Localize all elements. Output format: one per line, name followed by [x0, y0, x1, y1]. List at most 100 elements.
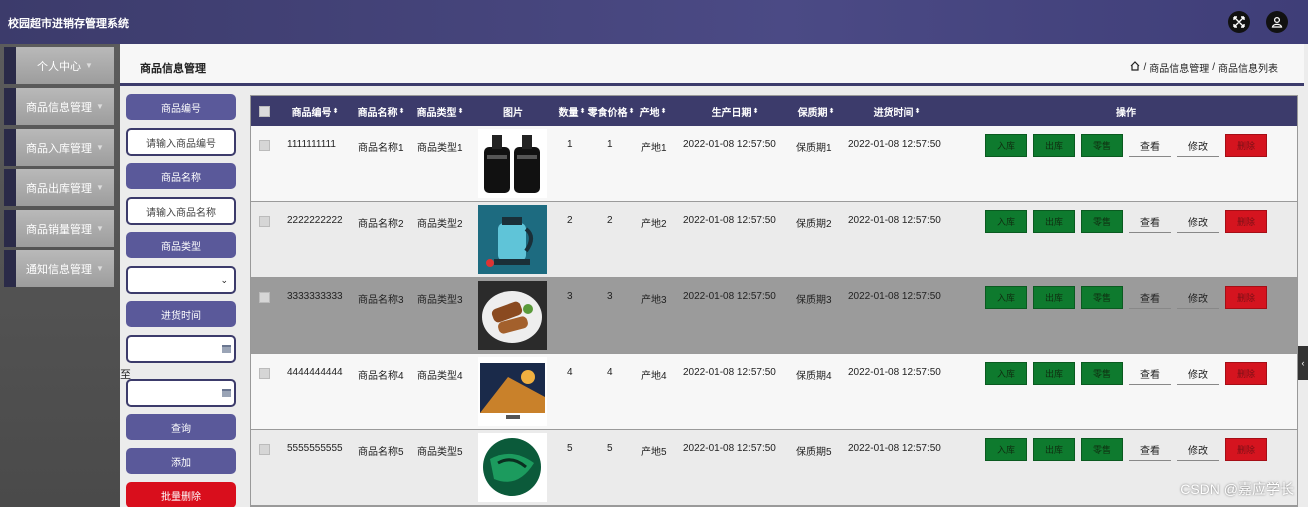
cell-qty: 3 — [567, 291, 573, 302]
type-select[interactable]: ⌄ — [126, 266, 236, 294]
stock-in-button[interactable]: 入库 — [985, 286, 1027, 309]
retail-button[interactable]: 零售 — [1081, 362, 1123, 385]
breadcrumb-separator: / — [1212, 62, 1215, 73]
retail-button[interactable]: 零售 — [1081, 210, 1123, 233]
delete-button[interactable]: 删除 — [1225, 134, 1267, 157]
sidebar-item-label: 通知信息管理 — [26, 263, 93, 276]
col-origin[interactable]: 产地 ⬍ — [637, 96, 669, 126]
sidebar-item-label: 商品出库管理 — [26, 182, 93, 195]
start-date-input[interactable] — [126, 335, 236, 363]
col-type[interactable]: 商品类型 ⬍ — [414, 96, 466, 126]
cell-name: 商品名称3 — [358, 295, 404, 306]
sidebar-item-product-info[interactable]: 商品信息管理 ▼ — [4, 88, 114, 125]
row-checkbox[interactable] — [259, 368, 270, 379]
retail-button[interactable]: 零售 — [1081, 438, 1123, 461]
delete-button[interactable]: 删除 — [1225, 210, 1267, 233]
black-bottles-photo — [478, 129, 547, 198]
code-search-input[interactable]: 请输入商品编号 — [126, 128, 236, 156]
sort-icon: ⬍ — [579, 108, 586, 115]
sort-icon: ⬍ — [457, 108, 464, 115]
col-prod-date[interactable]: 生产日期 ⬍ — [707, 96, 763, 126]
cell-price: 5 — [607, 443, 613, 454]
col-code[interactable]: 商品编号 ⬍ — [289, 96, 341, 126]
select-all-checkbox[interactable] — [259, 96, 270, 126]
collapse-tab[interactable]: ‹ — [1298, 346, 1308, 380]
cell-price: 3 — [607, 291, 613, 302]
row-checkbox[interactable] — [259, 140, 270, 151]
stock-out-button[interactable]: 出库 — [1033, 286, 1075, 309]
edit-button[interactable]: 修改 — [1177, 134, 1219, 157]
cell-shelf-life: 保质期4 — [796, 371, 832, 382]
edit-button[interactable]: 修改 — [1177, 362, 1219, 385]
cell-type: 商品类型2 — [417, 219, 463, 230]
view-button[interactable]: 查看 — [1129, 134, 1171, 157]
cell-price: 2 — [607, 215, 613, 226]
cell-code: 4444444444 — [287, 367, 343, 378]
caret-down-icon: ▼ — [96, 102, 104, 111]
edit-button[interactable]: 修改 — [1177, 286, 1219, 309]
retail-button[interactable]: 零售 — [1081, 286, 1123, 309]
row-checkbox[interactable] — [259, 444, 270, 455]
row-checkbox[interactable] — [259, 292, 270, 303]
sidebar-item-label: 商品信息管理 — [26, 101, 93, 114]
col-in-time[interactable]: 进货时间 ⬍ — [871, 96, 923, 126]
view-button[interactable]: 查看 — [1129, 438, 1171, 461]
view-button[interactable]: 查看 — [1129, 286, 1171, 309]
breadcrumb: / 商品信息管理 / 商品信息列表 — [1130, 60, 1278, 75]
sidebar-item-stock-in[interactable]: 商品入库管理 ▼ — [4, 129, 114, 166]
cell-origin: 产地2 — [641, 219, 667, 230]
breadcrumb-level1[interactable]: 商品信息管理 — [1149, 60, 1209, 75]
sidebar-item-label: 商品入库管理 — [26, 142, 93, 155]
stock-in-button[interactable]: 入库 — [985, 134, 1027, 157]
edit-button[interactable]: 修改 — [1177, 438, 1219, 461]
sidebar: 个人中心 ▼ 商品信息管理 ▼ 商品入库管理 ▼ 商品出库管理 ▼ 商品销量管理 ▼ 通知… — [0, 44, 120, 507]
col-image: 图片 — [503, 107, 523, 119]
stock-in-button[interactable]: 入库 — [985, 362, 1027, 385]
cell-origin: 产地4 — [641, 371, 667, 382]
food-plate-photo — [478, 281, 547, 350]
col-shelf-life[interactable]: 保质期 ⬍ — [795, 96, 837, 126]
col-name[interactable]: 商品名称 ⬍ — [355, 96, 407, 126]
expand-icon[interactable] — [1228, 11, 1250, 33]
stock-out-button[interactable]: 出库 — [1033, 362, 1075, 385]
view-button[interactable]: 查看 — [1129, 210, 1171, 233]
batch-delete-button[interactable]: 批量删除 — [126, 482, 236, 507]
cell-price: 1 — [607, 139, 613, 150]
stock-out-button[interactable]: 出库 — [1033, 210, 1075, 233]
cell-origin: 产地1 — [641, 143, 667, 154]
stock-out-button[interactable]: 出库 — [1033, 438, 1075, 461]
stock-out-button[interactable]: 出库 — [1033, 134, 1075, 157]
col-price[interactable]: 零食价格 ⬍ — [588, 96, 635, 126]
sort-icon: ⬍ — [332, 108, 339, 115]
col-qty[interactable]: 数量 ⬍ — [556, 96, 588, 126]
green-ball-photo — [478, 433, 547, 502]
cell-qty: 5 — [567, 443, 573, 454]
end-date-input[interactable] — [126, 379, 236, 407]
row-checkbox[interactable] — [259, 216, 270, 227]
sidebar-item-stock-out[interactable]: 商品出库管理 ▼ — [4, 169, 114, 206]
cell-type: 商品类型4 — [417, 371, 463, 382]
delete-button[interactable]: 删除 — [1225, 286, 1267, 309]
query-button[interactable]: 查询 — [126, 414, 236, 440]
add-button[interactable]: 添加 — [126, 448, 236, 474]
cell-type: 商品类型1 — [417, 143, 463, 154]
delete-button[interactable]: 删除 — [1225, 438, 1267, 461]
delete-button[interactable]: 删除 — [1225, 362, 1267, 385]
cell-in-time: 2022-01-08 12:57:50 — [848, 215, 941, 226]
user-icon[interactable] — [1266, 11, 1288, 33]
stock-in-button[interactable]: 入库 — [985, 438, 1027, 461]
table-row: 2222222222 商品名称2 商品类型2 2 2 产地2 2022-01-08 12:5… — [251, 202, 1297, 278]
table-header: 商品编号 ⬍ 商品名称 ⬍ 商品类型 ⬍ 图片 数量 ⬍ 零食价格 ⬍ 产地 ⬍ 生产日期 ⬍… — [251, 96, 1297, 126]
stock-in-button[interactable]: 入库 — [985, 210, 1027, 233]
page-titlebar: 商品信息管理 / 商品信息管理 / 商品信息列表 — [120, 44, 1304, 86]
sidebar-item-personal-center[interactable]: 个人中心 ▼ — [4, 47, 114, 84]
table-row: 3333333333 商品名称3 商品类型3 3 3 产地3 2022-01-08 12:5… — [251, 278, 1297, 354]
edit-button[interactable]: 修改 — [1177, 210, 1219, 233]
sidebar-item-notices[interactable]: 通知信息管理 ▼ — [4, 250, 114, 287]
breadcrumb-separator: / — [1143, 62, 1147, 73]
sidebar-item-sales[interactable]: 商品销量管理 ▼ — [4, 210, 114, 247]
home-icon[interactable] — [1130, 61, 1140, 74]
view-button[interactable]: 查看 — [1129, 362, 1171, 385]
retail-button[interactable]: 零售 — [1081, 134, 1123, 157]
name-search-input[interactable]: 请输入商品名称 — [126, 197, 236, 225]
